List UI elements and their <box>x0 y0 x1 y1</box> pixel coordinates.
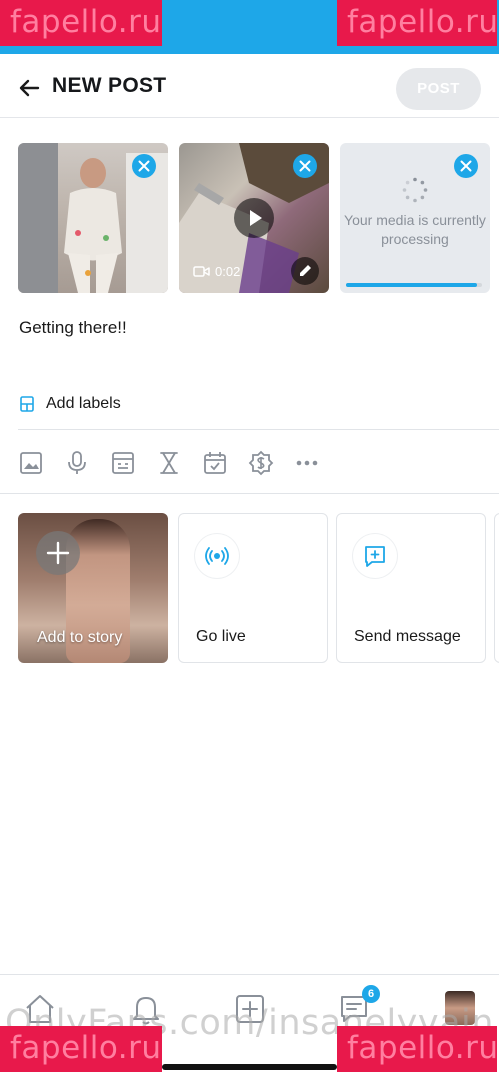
duration-text: 0:02 <box>215 264 241 279</box>
remove-media-button[interactable] <box>293 154 317 178</box>
watermark-top-left: fapello.ru <box>0 0 162 46</box>
remove-media-button[interactable] <box>132 154 156 178</box>
edit-pencil-icon[interactable] <box>291 257 319 285</box>
hourglass-icon[interactable] <box>156 448 202 478</box>
watermark-bottom-right: fapello.ru <box>337 1026 498 1072</box>
watermark-bottom-left: fapello.ru <box>0 1026 162 1072</box>
post-toolbar <box>18 448 340 478</box>
more-icon[interactable] <box>294 448 340 478</box>
divider <box>18 429 499 430</box>
header: NEW POST POST <box>0 62 499 118</box>
go-live-card[interactable]: Go live <box>178 513 328 663</box>
go-live-label: Go live <box>196 628 246 645</box>
media-thumbnail-photo[interactable] <box>18 143 168 293</box>
page-title: NEW POST <box>52 74 167 97</box>
image-icon[interactable] <box>18 448 64 478</box>
watermark-top-right: fapello.ru <box>337 0 498 46</box>
live-broadcast-icon <box>195 534 239 578</box>
add-to-story-label: Add to story <box>37 629 123 646</box>
video-duration: 0:02 <box>193 264 240 279</box>
calendar-icon[interactable] <box>202 448 248 478</box>
loading-spinner-icon <box>402 177 428 203</box>
divider <box>0 493 499 494</box>
back-arrow-icon[interactable] <box>16 74 44 102</box>
action-cards: Add to story Go live Send message <box>18 513 499 663</box>
messages-badge: 6 <box>362 985 380 1003</box>
message-plus-icon <box>353 534 397 578</box>
send-message-card[interactable]: Send message <box>336 513 486 663</box>
video-camera-icon <box>193 266 210 277</box>
media-strip: 0:02 Your media is currently processing <box>18 143 499 293</box>
add-labels-button[interactable]: Add labels <box>18 392 121 416</box>
send-message-label: Send message <box>354 628 461 645</box>
post-button[interactable]: POST <box>396 68 481 110</box>
home-indicator[interactable] <box>162 1064 337 1070</box>
dollar-badge-icon[interactable] <box>248 448 294 478</box>
post-caption-text[interactable]: Getting there!! <box>19 318 127 338</box>
media-thumbnail-processing: Your media is currently processing <box>340 143 490 293</box>
poll-icon[interactable] <box>110 448 156 478</box>
media-thumbnail-video[interactable]: 0:02 <box>179 143 329 293</box>
progress-fill <box>346 283 477 287</box>
play-icon[interactable] <box>234 198 274 238</box>
microphone-icon[interactable] <box>64 448 110 478</box>
add-labels-label: Add labels <box>46 395 121 412</box>
label-icon <box>20 396 34 412</box>
add-to-story-card[interactable]: Add to story <box>18 513 168 663</box>
plus-icon <box>36 531 80 575</box>
processing-text: Your media is currently processing <box>344 212 486 247</box>
remove-media-button[interactable] <box>454 154 478 178</box>
processing-progress-bar <box>346 283 482 287</box>
more-card-peek[interactable] <box>494 513 499 663</box>
